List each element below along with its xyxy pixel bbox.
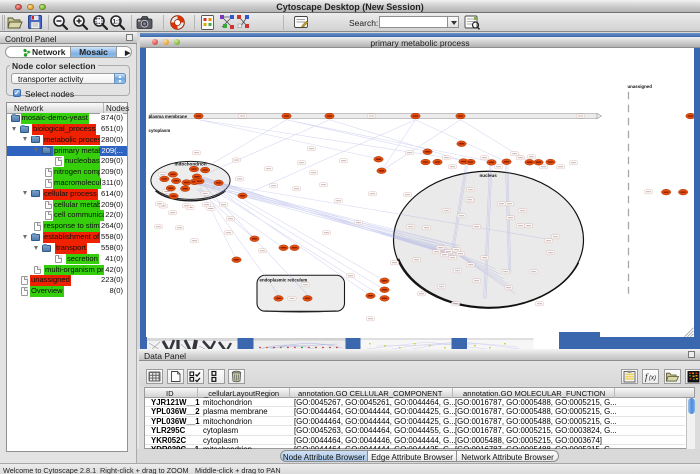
svg-text:cytoplasm: cytoplasm: [148, 127, 170, 132]
svg-text:mitochondrion: mitochondrion: [174, 161, 206, 166]
svg-text:(x): (x): [649, 376, 656, 382]
svg-text:nucleus: nucleus: [479, 172, 497, 177]
svg-text:1:1: 1:1: [113, 19, 122, 25]
svg-text:unassigned: unassigned: [627, 83, 652, 88]
svg-text:plasma membrane: plasma membrane: [148, 113, 187, 118]
